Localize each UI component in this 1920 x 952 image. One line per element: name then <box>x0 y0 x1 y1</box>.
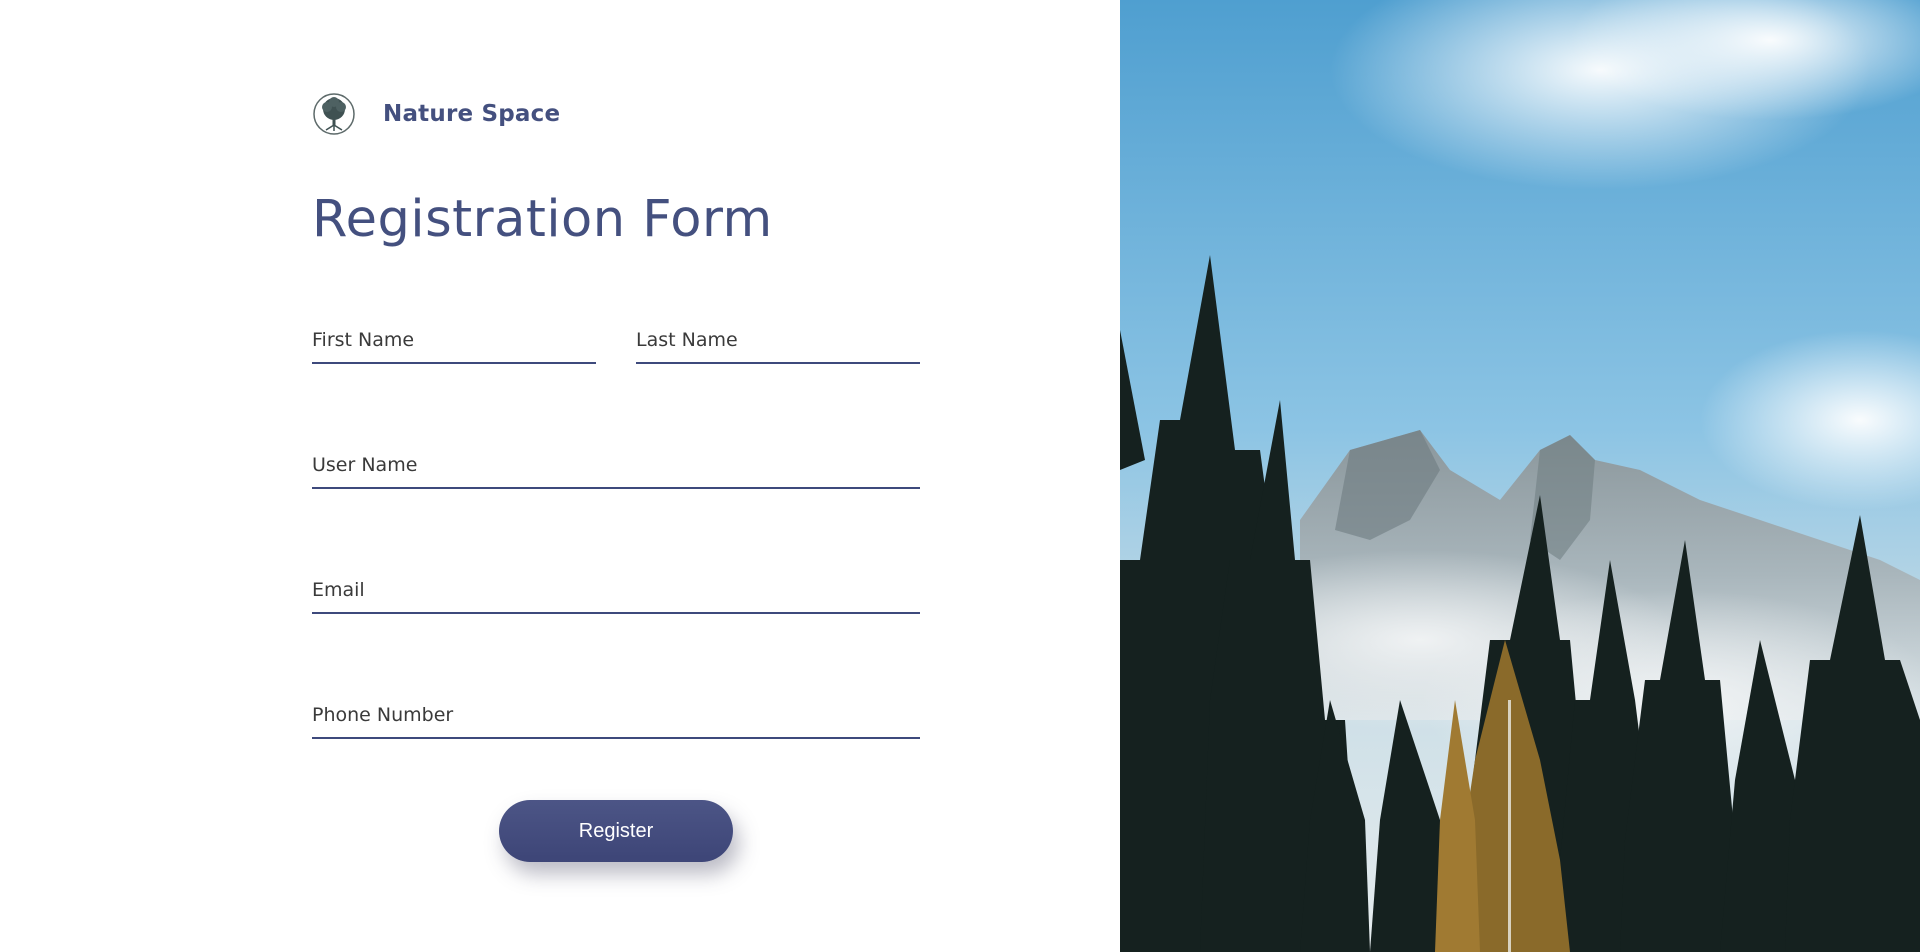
first-name-field <box>312 322 596 364</box>
last-name-field <box>636 322 920 364</box>
brand-name: Nature Space <box>383 101 561 127</box>
email-field <box>312 572 920 614</box>
form-panel: Nature Space Registration Form Register <box>0 0 1120 952</box>
tree-of-life-icon <box>313 93 355 135</box>
register-button[interactable]: Register <box>499 800 733 862</box>
user-name-field <box>312 447 920 489</box>
phone-number-input[interactable] <box>312 697 920 733</box>
phone-number-field <box>312 697 920 739</box>
email-input[interactable] <box>312 572 920 608</box>
hero-image <box>1120 0 1920 952</box>
last-name-input[interactable] <box>636 322 920 358</box>
registration-page: Nature Space Registration Form Register <box>0 0 1920 952</box>
mountain-forest-photo <box>1120 0 1920 952</box>
page-title: Registration Form <box>312 190 773 249</box>
brand: Nature Space <box>312 92 560 136</box>
user-name-input[interactable] <box>312 447 920 483</box>
first-name-input[interactable] <box>312 322 596 358</box>
